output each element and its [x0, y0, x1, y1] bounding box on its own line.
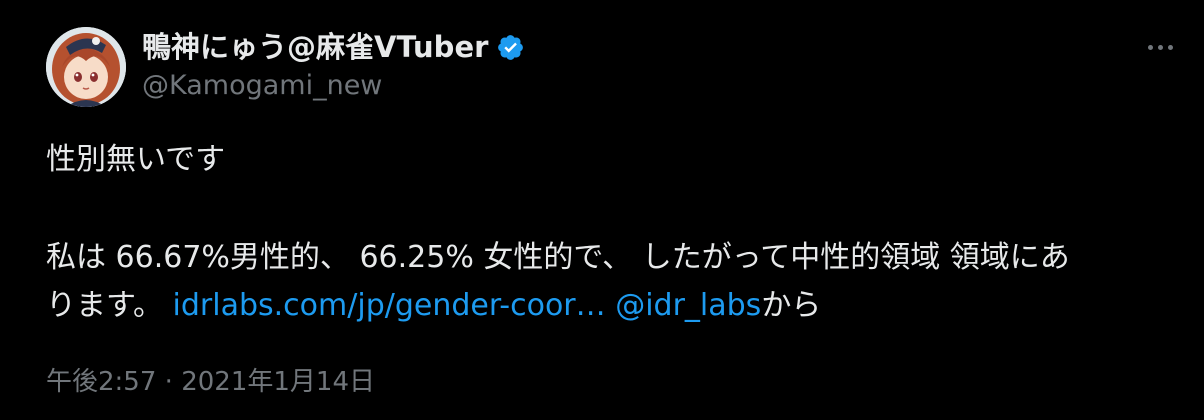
display-name[interactable]: 鴨神にゅう@麻雀VTuber: [142, 30, 525, 64]
tweet-date: 2021年1月14日: [181, 367, 375, 397]
tweet-timestamp[interactable]: 午後2:57 · 2021年1月14日: [46, 366, 375, 398]
tweet-link[interactable]: idrlabs.com/jp/gender-coor…: [173, 288, 606, 323]
tweet-text-line-1: 性別無いです: [46, 142, 226, 177]
tweet-text-line-2: 私は 66.67%男性的、 66.25% 女性的で、 したがって中性的領域 領域…: [46, 240, 1070, 275]
avatar-image: [46, 27, 126, 107]
avatar[interactable]: [46, 27, 126, 107]
tweet-time: 午後2:57: [46, 367, 157, 397]
tweet-text-line-3: ります。 idrlabs.com/jp/gender-coor… @idr_la…: [46, 288, 821, 324]
more-dot: [1157, 44, 1163, 50]
meta-separator: ·: [164, 367, 173, 397]
tweet-card: 鴨神にゅう@麻雀VTuber @Kamogami_new 性別無いです 私は 6…: [0, 0, 1204, 420]
tweet-text-segment: から: [761, 288, 822, 323]
more-dot: [1167, 44, 1173, 50]
more-dot: [1147, 44, 1153, 50]
verified-badge-icon[interactable]: [496, 33, 525, 62]
tweet-text-segment: ります。: [46, 288, 173, 323]
mention-link[interactable]: @idr_labs: [615, 288, 761, 323]
handle[interactable]: @Kamogami_new: [142, 70, 382, 102]
display-name-text: 鴨神にゅう@麻雀VTuber: [142, 30, 489, 64]
more-options-icon[interactable]: [1140, 30, 1180, 64]
